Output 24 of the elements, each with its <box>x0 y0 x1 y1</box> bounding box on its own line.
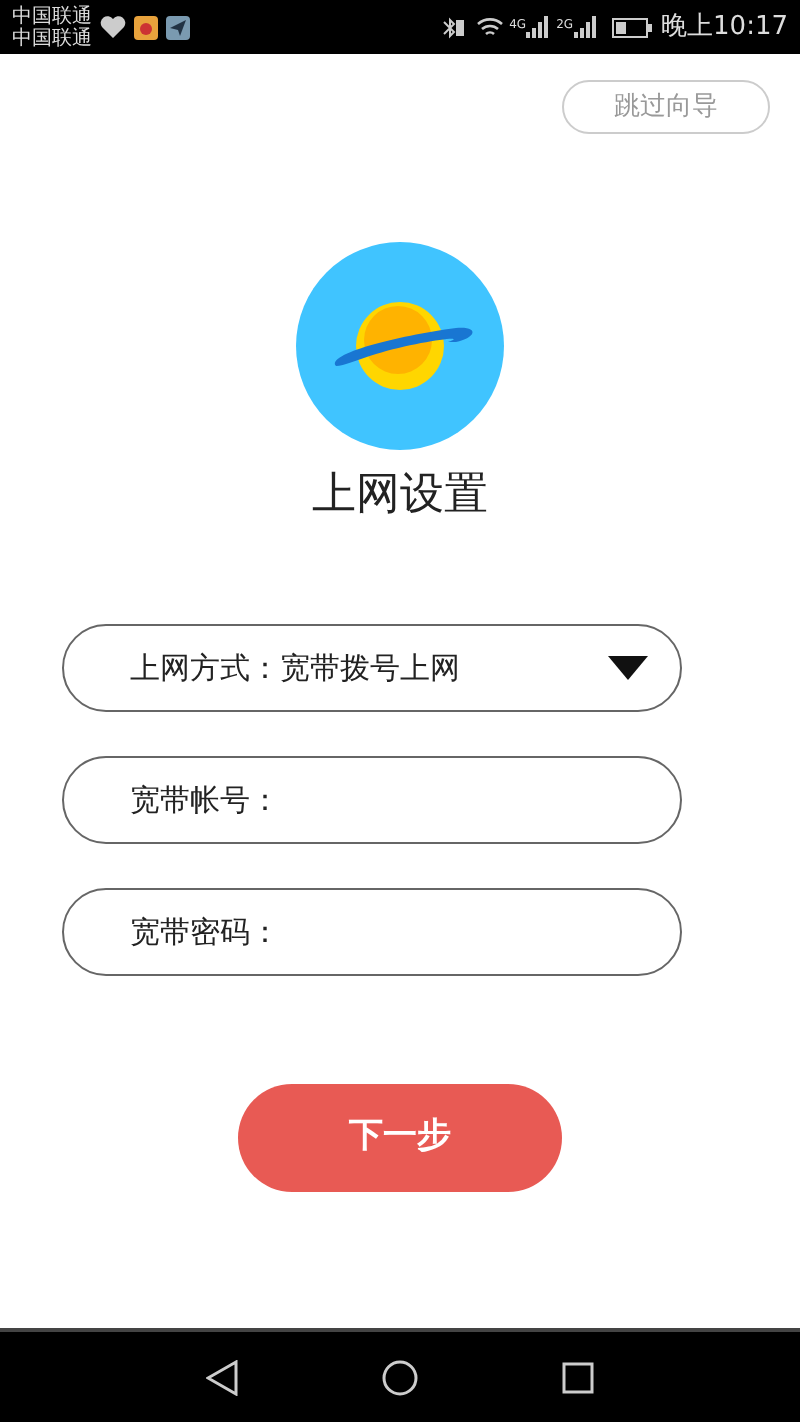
heart-icon <box>100 16 126 38</box>
dropdown-field[interactable]: 上网方式：宽带拨号上网 <box>62 624 682 712</box>
signal-icon <box>573 16 598 38</box>
dropdown-caret-icon <box>608 656 648 680</box>
app-icon <box>134 15 158 39</box>
page-title: 上网设置 <box>310 468 490 524</box>
bluetooth-icon <box>441 15 466 39</box>
planet-logo-icon <box>296 242 504 450</box>
home-icon[interactable] <box>382 1359 418 1395</box>
field-label: 宽带帐号： <box>130 779 280 822</box>
wifi-icon <box>475 16 504 38</box>
carrier-name: 中国联通 <box>12 27 92 49</box>
field-value: 宽带拨号上网 <box>280 647 460 690</box>
send-icon <box>166 15 190 39</box>
back-icon[interactable] <box>206 1359 238 1395</box>
signal-icon <box>526 16 551 38</box>
battery-icon <box>611 17 652 37</box>
carrier-name: 中国联通 <box>12 5 92 27</box>
input-field[interactable]: 宽带密码： <box>62 888 682 976</box>
field-label: 宽带密码： <box>130 911 280 954</box>
clock-time: 晚上10:17 <box>661 9 788 46</box>
field-label: 上网方式： <box>130 647 280 690</box>
recents-icon[interactable] <box>562 1361 594 1393</box>
input-field[interactable]: 宽带帐号： <box>62 756 682 844</box>
